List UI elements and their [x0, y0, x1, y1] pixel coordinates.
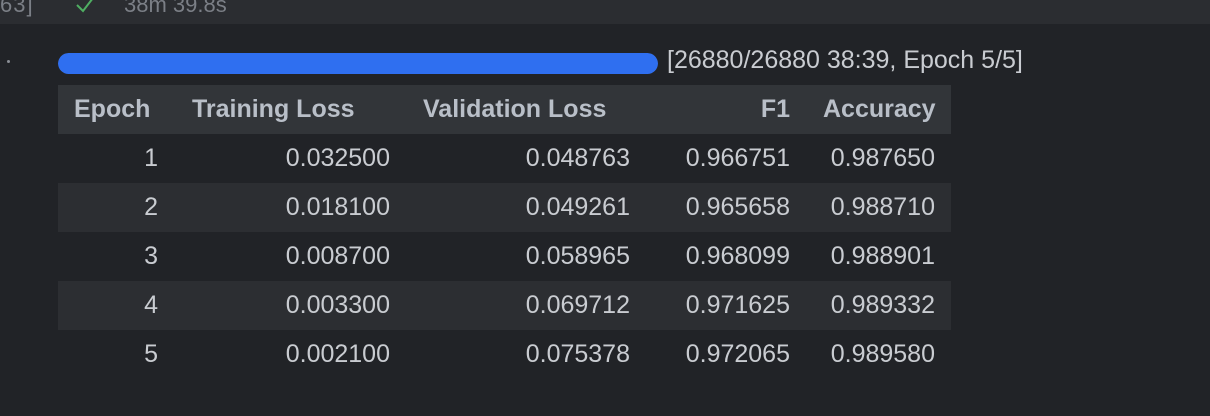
progress-status-text: [26880/26880 38:39, Epoch 5/5] [667, 46, 1023, 74]
column-header-validation-loss: Validation Loss [390, 85, 630, 134]
training-metrics-table: Epoch Training Loss Validation Loss F1 A… [58, 85, 951, 379]
execution-duration: 38m 39.8s [124, 0, 227, 17]
table-cell-f1: 0.968099 [630, 232, 790, 281]
table-row: 2 0.018100 0.049261 0.965658 0.988710 [58, 183, 951, 232]
table-cell-training-loss: 0.018100 [174, 183, 390, 232]
table-row: 5 0.002100 0.075378 0.972065 0.989580 [58, 330, 951, 379]
notebook-output-cell: 63] 38m 39.8s [26880/26880 38:39, Epoch … [0, 0, 1210, 416]
table-cell-epoch: 2 [144, 193, 158, 221]
table-cell-validation-loss: 0.049261 [390, 183, 630, 232]
column-header-training-loss: Training Loss [174, 85, 390, 134]
table-cell-validation-loss: 0.058965 [390, 232, 630, 281]
table-cell-f1: 0.972065 [630, 330, 790, 379]
column-header-epoch: Epoch [58, 85, 174, 134]
gutter-marker [7, 60, 10, 63]
table-cell-accuracy: 0.988901 [790, 232, 951, 281]
column-header-accuracy: Accuracy [790, 85, 951, 134]
table-cell-accuracy: 0.989332 [790, 281, 951, 330]
table-cell-epoch: 1 [144, 144, 158, 172]
table-cell-epoch: 3 [144, 242, 158, 270]
progress-fill [58, 53, 658, 74]
table-cell-epoch: 4 [144, 291, 158, 319]
table-cell-epoch: 5 [144, 340, 158, 368]
table-cell-training-loss: 0.032500 [174, 134, 390, 183]
table-cell-training-loss: 0.003300 [174, 281, 390, 330]
column-header-f1: F1 [630, 85, 790, 134]
table-cell-accuracy: 0.987650 [790, 134, 951, 183]
table-cell-validation-loss: 0.075378 [390, 330, 630, 379]
table-row: 3 0.008700 0.058965 0.968099 0.988901 [58, 232, 951, 281]
table-cell-accuracy: 0.989580 [790, 330, 951, 379]
execution-count: 63] [0, 0, 34, 17]
table-header-row: Epoch Training Loss Validation Loss F1 A… [58, 85, 951, 134]
cell-status-bar: 63] 38m 39.8s [0, 0, 1210, 24]
table-cell-training-loss: 0.008700 [174, 232, 390, 281]
table-row: 4 0.003300 0.069712 0.971625 0.989332 [58, 281, 951, 330]
table-cell-validation-loss: 0.069712 [390, 281, 630, 330]
table-cell-f1: 0.965658 [630, 183, 790, 232]
table-cell-accuracy: 0.988710 [790, 183, 951, 232]
table-cell-f1: 0.966751 [630, 134, 790, 183]
table-cell-f1: 0.971625 [630, 281, 790, 330]
table-cell-training-loss: 0.002100 [174, 330, 390, 379]
table-cell-validation-loss: 0.048763 [390, 134, 630, 183]
checkmark-icon [76, 0, 93, 13]
table-row: 1 0.032500 0.048763 0.966751 0.987650 [58, 134, 951, 183]
training-progress-bar [58, 53, 658, 74]
